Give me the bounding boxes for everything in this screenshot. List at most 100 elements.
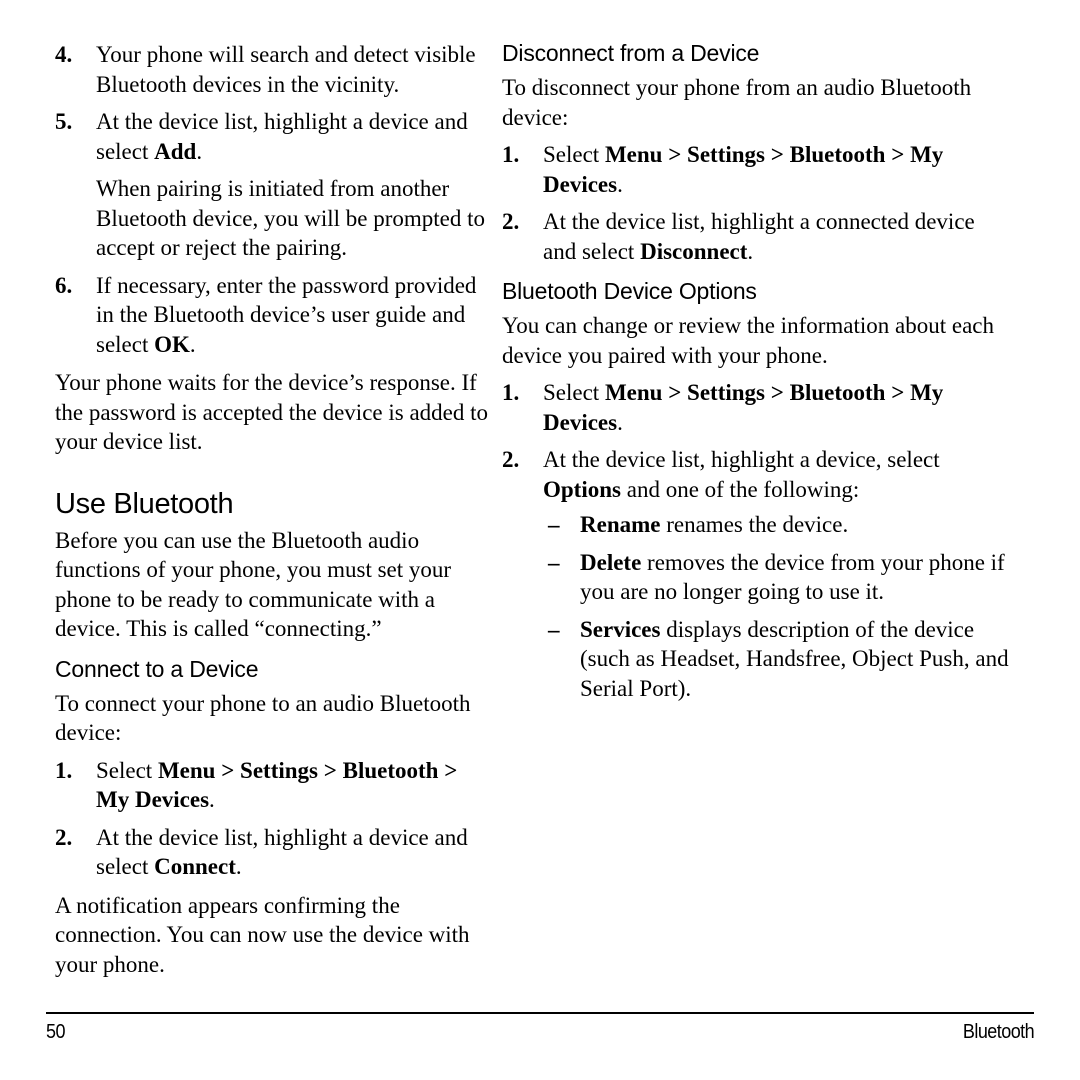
block-gap [55, 166, 490, 174]
block-gap [502, 437, 1010, 445]
body-text: At the device list, highlight a connecte… [543, 209, 975, 264]
body-text: and one of the following: [620, 476, 860, 502]
sub-heading: Bluetooth Device Options [502, 278, 757, 304]
block-gap [502, 199, 1010, 207]
list-item-number: 5. [55, 109, 73, 134]
body-paragraph: To connect your phone to an audio Blueto… [55, 689, 490, 748]
numbered-list-item: 6. If necessary, enter the password provi… [55, 271, 490, 360]
body-paragraph: A notification appears confirming the co… [55, 891, 490, 980]
list-item-text: Select Menu > Settings > Bluetooth > My … [543, 140, 1010, 199]
numbered-list-item: 1. Select Menu > Settings > Bluetooth > M… [55, 756, 490, 815]
dash-list-item: – Delete removes the device from your pho… [548, 548, 1010, 607]
body-text: Select [543, 380, 605, 405]
body-text: . [209, 787, 215, 812]
list-item-text: Your phone will search and detect visibl… [96, 40, 490, 99]
block-gap [55, 263, 490, 271]
numbered-list-item: 1. Select Menu > Settings > Bluetooth > M… [502, 140, 1010, 199]
page-footer: 50 Bluetooth [46, 1012, 1035, 1044]
block-gap [55, 748, 490, 756]
body-text: removes the device from your phone if yo… [580, 549, 1005, 605]
body-text: To disconnect your phone from an audio B… [502, 75, 972, 130]
emphasis-text: Disconnect [640, 238, 748, 264]
dash-bullet-icon: – [548, 512, 560, 537]
numbered-list-item: 4. Your phone will search and detect visi… [55, 40, 490, 99]
body-text: . [196, 138, 203, 164]
footer-row: 50 Bluetooth [46, 1021, 1035, 1044]
sub-heading: Connect to a Device [55, 655, 259, 682]
emphasis-text: Rename [580, 512, 661, 537]
body-text: Select [96, 757, 158, 783]
list-item-text: At the device list, highlight a connecte… [543, 207, 1010, 266]
block-gap [55, 457, 490, 488]
list-item-text: At the device list, highlight a device, … [543, 445, 1010, 504]
section-heading: Use Bluetooth [55, 487, 234, 520]
list-item-text: Select Menu > Settings > Bluetooth > My … [543, 378, 1010, 437]
body-text: Your phone waits for the device’s respon… [55, 370, 489, 454]
list-item-text: At the device list, highlight a device a… [96, 107, 490, 166]
dash-bullet-icon: – [548, 616, 560, 642]
body-text: . [617, 171, 623, 197]
body-text: At the device list, highlight a device a… [96, 109, 468, 164]
page-columns: 4. Your phone will search and detect visi… [0, 40, 1080, 979]
emphasis-text: Options [543, 476, 621, 502]
list-item-number: 2. [502, 209, 520, 234]
numbered-list-item: 2. At the device list, highlight a device… [55, 823, 490, 882]
block-gap [55, 359, 490, 368]
dash-list-item: – Rename renames the device. [548, 510, 1010, 540]
dash-list-item-text: Rename renames the device. [580, 510, 1010, 540]
body-text: At the device list, highlight a device, … [543, 447, 940, 472]
list-item-number: 1. [502, 142, 520, 167]
block-gap [55, 882, 490, 891]
manual-page: 4. Your phone will search and detect visi… [0, 0, 1080, 1080]
body-paragraph: Before you can use the Bluetooth audio f… [55, 526, 490, 644]
body-text: . [747, 238, 754, 264]
body-paragraph: To disconnect your phone from an audio B… [502, 73, 1010, 132]
body-text: A notification appears confirming the co… [55, 892, 470, 977]
body-text: . [235, 854, 242, 879]
body-text: To connect your phone to an audio Blueto… [55, 690, 471, 746]
dash-list-item-text: Delete removes the device from your phon… [580, 548, 1010, 607]
body-paragraph: Your phone waits for the device’s respon… [55, 368, 490, 457]
numbered-list-item: 2. At the device list, highlight a device… [502, 445, 1010, 504]
list-item-number: 1. [55, 757, 73, 783]
left-column: 4. Your phone will search and detect visi… [0, 40, 490, 979]
emphasis-text: Add [154, 138, 197, 164]
footer-divider [46, 1012, 1034, 1014]
body-text: At the device list, highlight a device a… [96, 824, 468, 880]
footer-page-number: 50 [46, 1021, 65, 1043]
list-item-number: 1. [502, 380, 520, 405]
numbered-list-item: 1. Select Menu > Settings > Bluetooth > M… [502, 378, 1010, 437]
list-item-text: Select Menu > Settings > Bluetooth > My … [96, 756, 490, 815]
block-gap [502, 132, 1010, 140]
body-text: When pairing is initiated from another B… [96, 176, 486, 260]
body-text: renames the device. [660, 512, 849, 537]
emphasis-text: Delete [580, 549, 642, 575]
emphasis-text: Services [580, 616, 661, 642]
numbered-list-item: 5. At the device list, highlight a device… [55, 107, 490, 166]
emphasis-text: Connect [154, 854, 236, 879]
block-gap [55, 815, 490, 823]
body-text: . [617, 409, 623, 435]
block-gap [502, 607, 1010, 615]
body-paragraph: You can change or review the information… [502, 311, 1010, 370]
emphasis-text: OK [154, 331, 190, 357]
list-item-number: 4. [55, 42, 73, 67]
footer-section-title: Bluetooth [962, 1021, 1035, 1043]
block-gap [55, 99, 490, 107]
list-item-text: If necessary, enter the password provide… [96, 271, 490, 360]
sub-heading: Disconnect from a Device [502, 40, 760, 66]
right-column: Disconnect from a Device To disconnect yo… [490, 40, 1010, 703]
list-item-text: At the device list, highlight a device a… [96, 823, 490, 882]
block-gap [502, 370, 1010, 378]
block-gap [502, 266, 1010, 278]
dash-bullet-icon: – [548, 549, 560, 575]
body-text: Your phone will search and detect visibl… [96, 42, 476, 97]
body-text: Select [543, 142, 605, 167]
dash-list-item-text: Services displays description of the dev… [580, 615, 1010, 704]
list-item-number: 2. [55, 824, 73, 850]
dash-list-item: – Services displays description of the de… [548, 615, 1010, 704]
body-text: . [189, 331, 196, 357]
list-item-number: 2. [502, 447, 520, 472]
block-gap [55, 644, 490, 656]
list-item-continuation: When pairing is initiated from another B… [96, 174, 490, 263]
